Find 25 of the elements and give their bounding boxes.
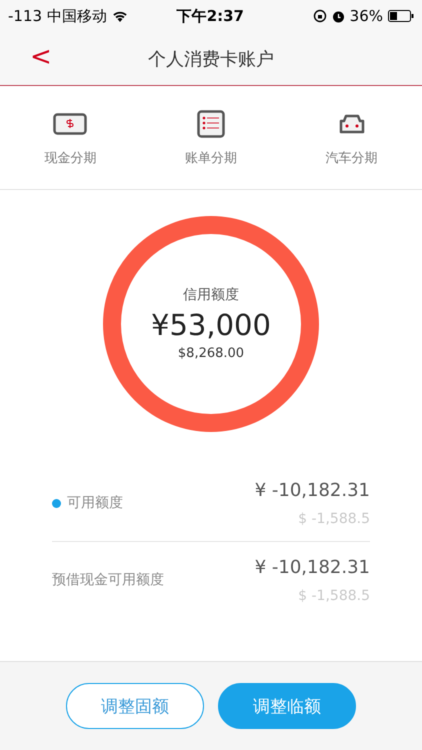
carrier-name: 中国移动 xyxy=(47,6,108,26)
shortcut-button[interactable]: 汽车分期 xyxy=(281,86,422,189)
shortcut-button[interactable]: 现金分期 xyxy=(0,86,141,189)
battery-icon xyxy=(388,10,414,22)
credit-usd: $8,268.00 xyxy=(178,346,244,361)
balance-label: 可用额度 xyxy=(67,494,123,512)
credit-label: 信用额度 xyxy=(183,286,239,304)
back-button[interactable]: < xyxy=(30,44,52,70)
status-time: 下午2:37 xyxy=(176,6,244,26)
credit-amount: ¥53,000 xyxy=(151,308,271,342)
alarm-icon xyxy=(332,10,345,22)
car-icon xyxy=(338,112,366,134)
page-title: 个人消费卡账户 xyxy=(148,48,274,70)
signal-strength: -113 xyxy=(8,7,42,25)
wifi-icon xyxy=(112,10,128,22)
balance-cny: ¥ -10,182.31 xyxy=(254,480,370,500)
balance-label: 预借现金可用额度 xyxy=(52,571,164,589)
battery-percent: 36% xyxy=(350,7,383,25)
rotation-lock-icon xyxy=(312,9,327,23)
adjust-button[interactable]: 调整临额 xyxy=(218,683,356,729)
shortcut-button[interactable]: 账单分期 xyxy=(140,86,282,189)
balance-cny: ¥ -10,182.31 xyxy=(254,556,370,578)
banknote-icon xyxy=(53,112,88,134)
adjust-button[interactable]: 调整固额 xyxy=(66,683,204,729)
list-icon xyxy=(197,110,225,138)
